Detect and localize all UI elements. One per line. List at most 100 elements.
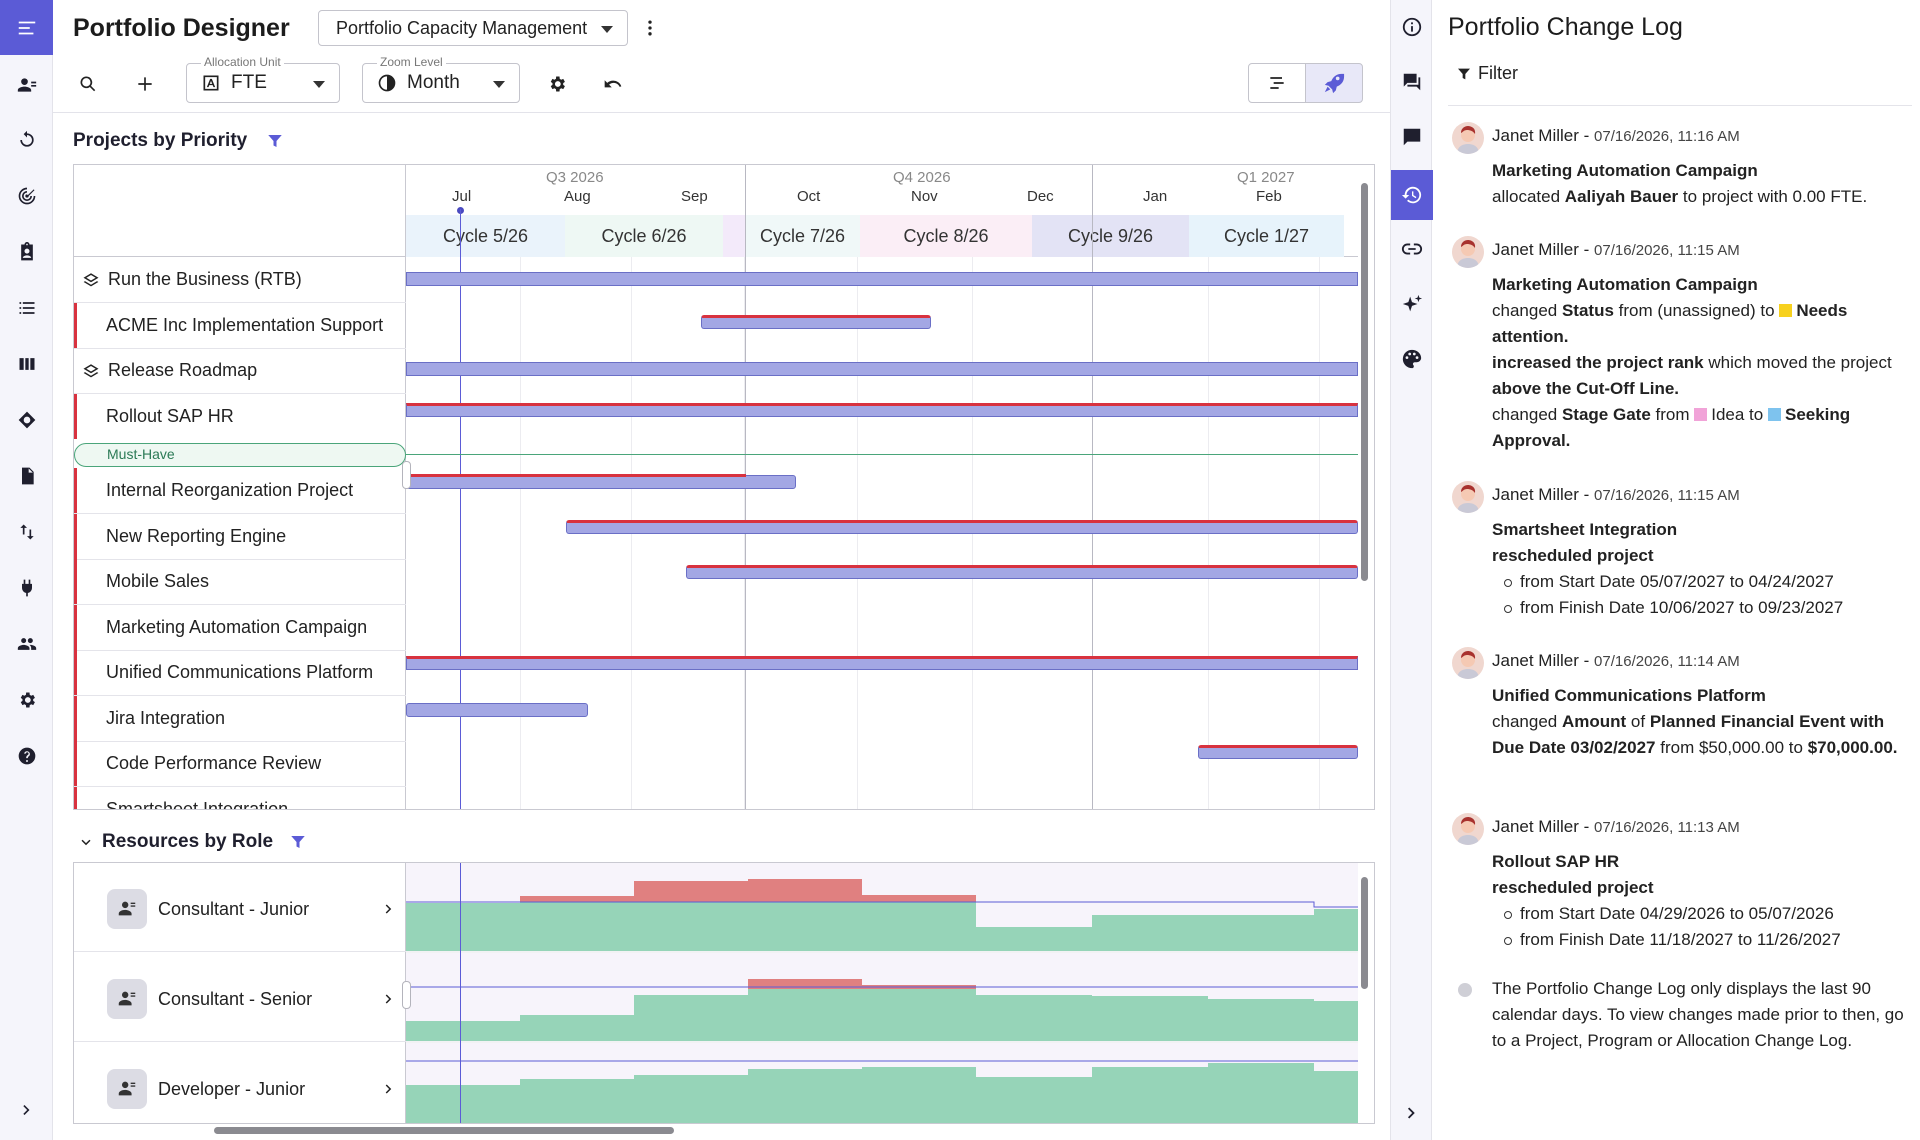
row-label: Smartsheet Integration	[106, 799, 289, 810]
capacity-bar	[862, 1067, 976, 1123]
optimize-view-button[interactable]	[1305, 63, 1363, 103]
nav-plug[interactable]	[0, 568, 53, 608]
rail-theme-button[interactable]	[1391, 336, 1433, 382]
nav-settings[interactable]	[0, 680, 53, 720]
list-item[interactable]: Code Performance Review	[74, 741, 406, 786]
log-project: Smartsheet Integration	[1492, 520, 1678, 539]
note-icon	[1403, 128, 1421, 146]
nav-list[interactable]	[0, 288, 53, 328]
list-item[interactable]: Release Roadmap	[74, 348, 406, 393]
cycle-label: Cycle 6/26	[565, 215, 723, 257]
rail-ai-button[interactable]	[1391, 281, 1433, 327]
cycle-icon	[19, 130, 34, 147]
nav-target[interactable]	[0, 176, 53, 216]
filter-button[interactable]: Filter	[1456, 63, 1518, 84]
allocation-unit-dropdown[interactable]: Allocation Unit FTE	[186, 55, 340, 103]
project-bar[interactable]	[406, 475, 796, 489]
capacity-bar	[1314, 909, 1358, 951]
add-button[interactable]	[131, 70, 159, 98]
project-bar[interactable]	[406, 703, 588, 717]
vertical-scrollbar[interactable]	[1361, 183, 1368, 581]
list-item[interactable]: ACME Inc Implementation Support	[74, 303, 406, 348]
capacity-bar	[976, 927, 1092, 951]
menu-button[interactable]	[0, 0, 53, 55]
project-bar[interactable]	[406, 362, 1358, 376]
more-vertical-icon	[648, 20, 652, 36]
list-item[interactable]: New Reporting Engine	[74, 514, 406, 559]
role-avatar	[107, 1069, 147, 1109]
nav-clipboard[interactable]	[0, 232, 53, 272]
more-options-button[interactable]	[636, 14, 664, 42]
expand-role-button[interactable]	[380, 990, 398, 1013]
rail-changelog-button[interactable]	[1391, 170, 1433, 220]
rail-links-button[interactable]	[1391, 226, 1433, 272]
rail-comments-button[interactable]	[1391, 59, 1433, 105]
project-bar[interactable]	[406, 272, 1358, 286]
list-item[interactable]: Jira Integration	[74, 696, 406, 741]
project-bar[interactable]	[686, 565, 1358, 579]
project-bar[interactable]	[406, 656, 1358, 670]
zoom-level-dropdown[interactable]: Zoom Level Month	[362, 55, 520, 103]
chevron-down-icon	[81, 839, 91, 846]
nav-board[interactable]	[0, 344, 53, 384]
capacity-bar	[748, 1069, 862, 1123]
undo-button[interactable]	[599, 70, 627, 98]
expand-role-button[interactable]	[380, 1080, 398, 1103]
resources-filter-button[interactable]	[289, 833, 307, 856]
horizontal-scrollbar[interactable]	[214, 1127, 674, 1134]
quarter-label: Q3 2026	[546, 169, 604, 186]
zoom-level-value: Month	[407, 72, 460, 93]
list-item[interactable]: Unified Communications Platform	[74, 650, 406, 695]
rail-info-button[interactable]	[1391, 4, 1433, 50]
log-entry: Janet Miller - 07/16/2026, 11:15 AM Smar…	[1452, 481, 1912, 621]
expand-nav-button[interactable]	[0, 1090, 53, 1130]
resize-handle[interactable]	[402, 461, 411, 489]
collapse-panel-button[interactable]	[1391, 1090, 1433, 1136]
nav-sort[interactable]	[0, 512, 53, 552]
timeline-view-button[interactable]	[1248, 63, 1306, 103]
projects-filter-button[interactable]	[266, 132, 284, 155]
nav-cycle[interactable]	[0, 120, 53, 160]
nav-diamond[interactable]	[0, 400, 53, 440]
person-icon	[118, 901, 136, 916]
capacity-bar	[1314, 1001, 1358, 1041]
nav-document[interactable]	[0, 456, 53, 496]
month-label: Nov	[911, 188, 938, 205]
projects-grid: Q3 2026 Q4 2026 Q1 2027 Jul Aug Sep Oct …	[73, 164, 1375, 810]
change-log-title: Portfolio Change Log	[1448, 13, 1683, 41]
expand-role-button[interactable]	[380, 900, 398, 923]
list-item[interactable]: Marketing Automation Campaign	[74, 605, 406, 650]
capacity-bar	[406, 1085, 520, 1123]
nav-people[interactable]	[0, 65, 53, 105]
row-label: Mobile Sales	[106, 571, 210, 591]
nav-help[interactable]	[0, 736, 53, 776]
sparkle-icon	[1402, 294, 1423, 312]
list-item[interactable]: Smartsheet Integration	[74, 787, 406, 810]
nav-team[interactable]	[0, 624, 53, 664]
avatar	[1452, 122, 1484, 154]
app-title: Portfolio Designer	[73, 14, 290, 42]
list-icon	[19, 302, 34, 314]
settings-button[interactable]	[543, 70, 571, 98]
rail-notes-button[interactable]	[1391, 114, 1433, 160]
project-bar[interactable]	[406, 403, 1358, 417]
project-bar[interactable]	[1198, 745, 1358, 759]
vertical-scrollbar[interactable]	[1361, 877, 1368, 989]
search-button[interactable]	[74, 70, 102, 98]
list-item[interactable]: Mobile Sales	[74, 559, 406, 604]
log-author: Janet Miller - 07/16/2026, 11:13 AM	[1492, 817, 1740, 836]
capacity-bar	[520, 1015, 634, 1041]
view-selector[interactable]: Portfolio Capacity Management	[318, 10, 628, 46]
resize-handle[interactable]	[402, 981, 411, 1009]
row-label: Code Performance Review	[106, 753, 322, 773]
list-item[interactable]: Internal Reorganization Project	[74, 468, 406, 513]
list-item[interactable]: Run the Business (RTB)	[74, 257, 406, 302]
undo-icon	[604, 80, 622, 88]
collapse-resources-button[interactable]	[77, 834, 95, 857]
project-bar[interactable]	[566, 520, 1358, 534]
project-bar[interactable]	[701, 315, 931, 329]
toolbar-divider	[53, 112, 1390, 113]
cycle-gap	[723, 215, 745, 257]
list-item[interactable]: Rollout SAP HR	[74, 394, 406, 439]
overallocation-bar	[862, 895, 976, 902]
